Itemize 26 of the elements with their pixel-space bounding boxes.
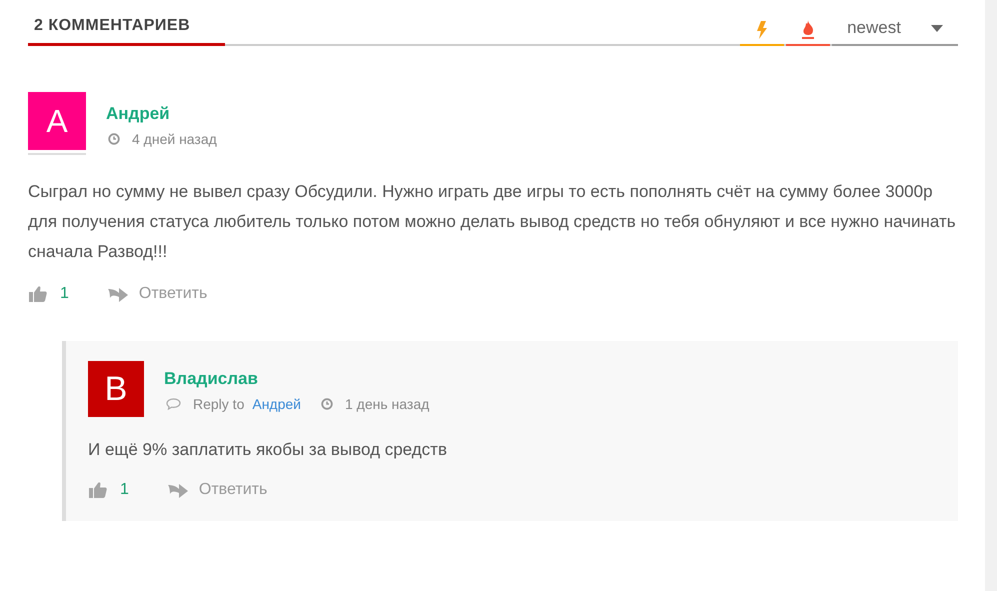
reply-arrow-icon — [166, 482, 189, 498]
flame-icon — [801, 20, 815, 40]
comment-text: Сыграл но сумму не вывел сразу Обсудили. Нужно играть две игры то есть пополнять счёт на сумму более 3000р для получения статуса любитель только потом можно делать вывод средств но тебя обнуляют и все нужно начинать сначала Развод!!! — [28, 181, 957, 263]
like-count: 1 — [120, 481, 129, 499]
thumbs-up-icon[interactable] — [88, 481, 108, 499]
author-name: Владислав — [164, 369, 258, 388]
lightning-icon — [756, 21, 768, 39]
clock-icon — [321, 398, 333, 410]
reply-arrow-icon — [106, 286, 129, 302]
comment-time: 1 день назад — [345, 396, 430, 412]
comment-time: 4 дней назад — [132, 131, 217, 147]
comment-text: И ещё 9% заплатить якобы за вывод средств — [88, 439, 448, 461]
thumbs-up-icon[interactable] — [28, 285, 48, 303]
sort-dropdown[interactable]: newest — [832, 16, 958, 46]
reply-to-label: Reply to — [193, 396, 244, 412]
reply-button[interactable]: Ответить — [138, 285, 208, 303]
avatar: B — [88, 361, 144, 417]
caret-icon — [930, 24, 943, 32]
like-count: 1 — [60, 285, 69, 303]
comments-count-heading: 2 КОММЕНТАРИЕВ — [28, 17, 225, 46]
speech-bubble-icon — [166, 398, 181, 410]
reply-button[interactable]: Ответить — [198, 481, 268, 499]
clock-icon — [108, 133, 120, 145]
avatar: A — [28, 92, 86, 153]
parent-author-link[interactable]: Андрей — [252, 396, 301, 412]
author-name: Андрей — [106, 104, 170, 123]
